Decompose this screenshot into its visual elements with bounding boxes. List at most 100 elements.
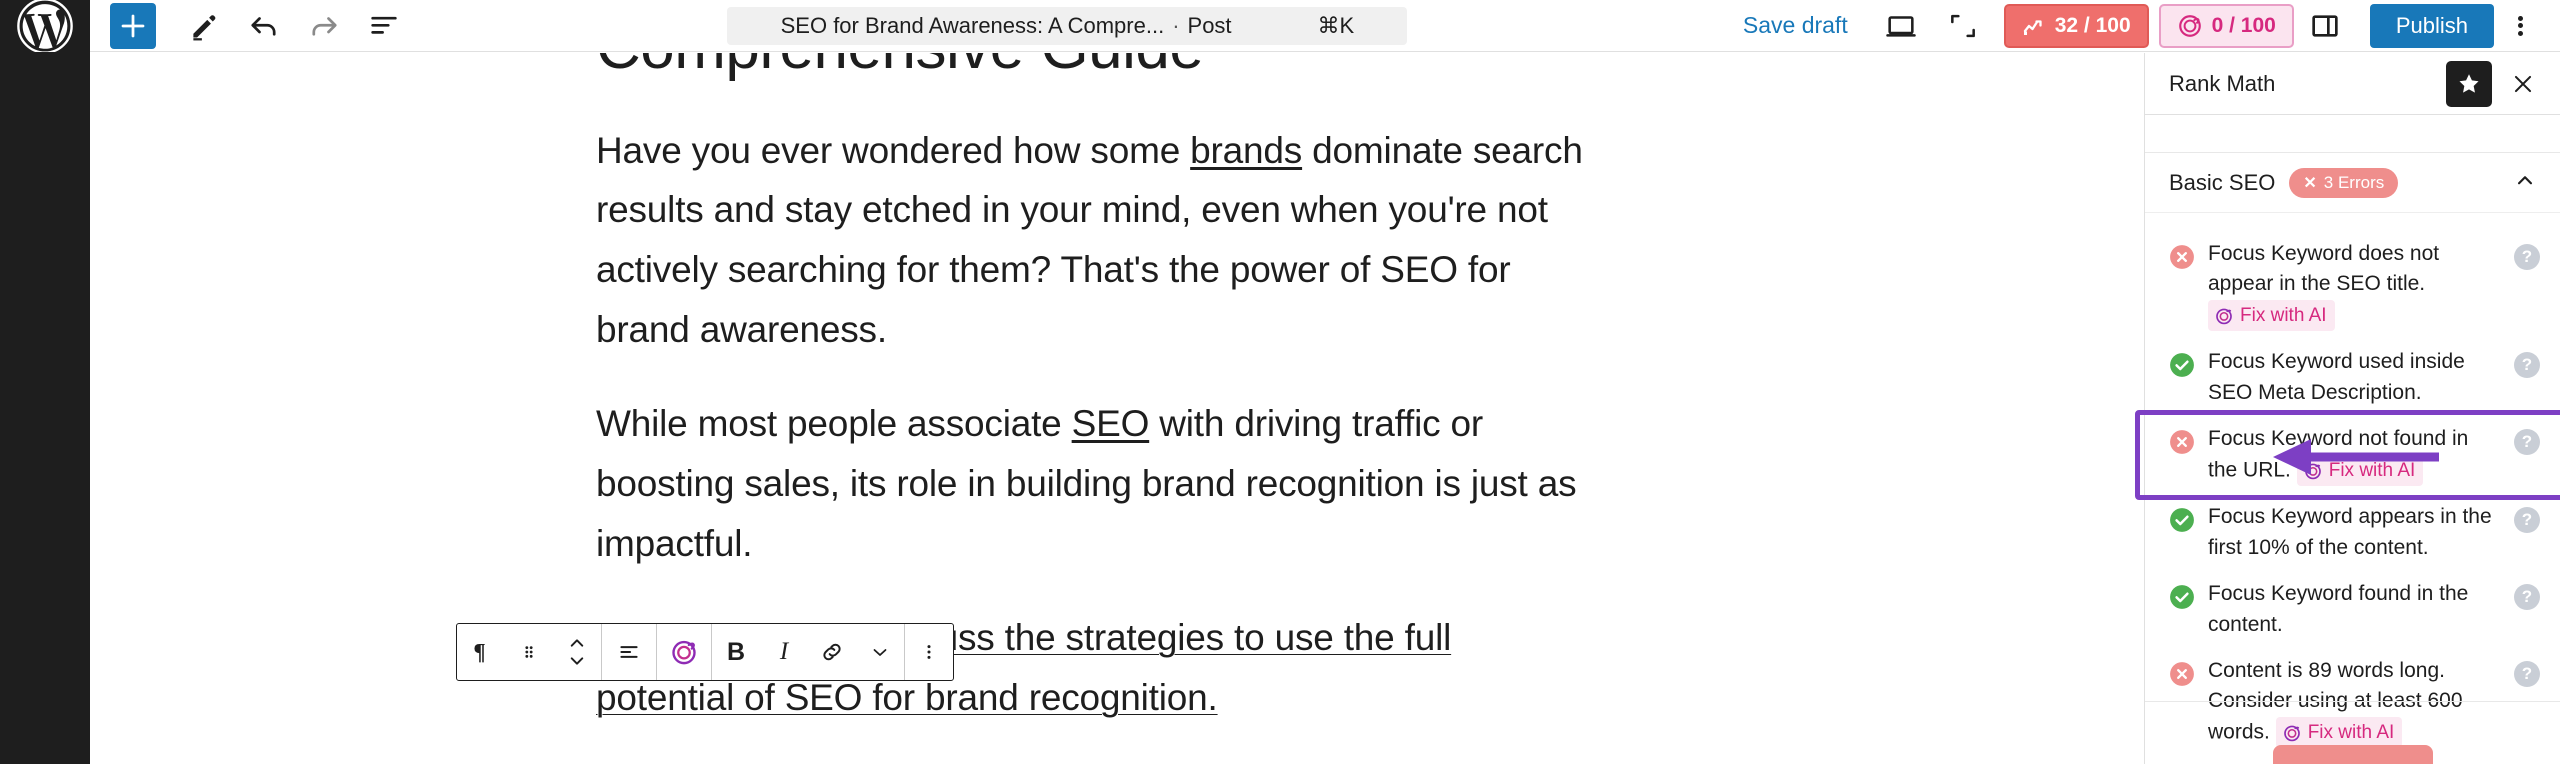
checklist-item-label: Focus Keyword used inside SEO Meta Descr… xyxy=(2208,350,2465,404)
fix-with-ai-label: Fix with AI xyxy=(2328,459,2416,481)
edit-tool-button[interactable] xyxy=(174,0,234,52)
question-mark-icon[interactable]: ? xyxy=(2514,661,2540,688)
check-circle-icon xyxy=(2170,585,2194,610)
undo-button[interactable] xyxy=(234,0,294,52)
checklist-item-text: Focus Keyword not found in the URL. Fix … xyxy=(2208,424,2501,487)
paragraph-block[interactable]: While most people associate SEO with dri… xyxy=(596,394,1596,574)
checklist-item-label: Focus Keyword does not appear in the SEO… xyxy=(2208,242,2440,296)
document-details-button[interactable] xyxy=(354,0,414,52)
editor-canvas[interactable]: Comprehensive Guide Have you ever wonder… xyxy=(90,53,2144,764)
paragraph-pilcrow-icon: ¶ xyxy=(473,640,485,665)
checklist-item[interactable]: Focus Keyword not found in the URL. Fix … xyxy=(2145,416,2560,494)
checklist-item[interactable]: Focus Keyword appears in the first 10% o… xyxy=(2145,494,2560,571)
check-circle-icon xyxy=(2170,353,2194,378)
error-x-icon: ✕ xyxy=(2303,174,2317,192)
three-dots-vertical-icon xyxy=(927,645,931,659)
text-segment-underline[interactable]: SEO xyxy=(1072,403,1150,444)
question-mark-icon[interactable]: ? xyxy=(2514,584,2540,611)
basic-seo-section-header[interactable]: Basic SEO ✕ 3 Errors xyxy=(2145,153,2560,213)
chevron-up-icon xyxy=(2517,176,2533,185)
checklist-item[interactable]: Focus Keyword used inside SEO Meta Descr… xyxy=(2145,339,2560,416)
text-segment: Have you ever wondered how some xyxy=(596,129,1191,171)
checklist-item-text: Focus Keyword does not appear in the SEO… xyxy=(2208,239,2501,332)
star-icon xyxy=(2459,73,2479,93)
rank-math-sidebar: Rank Math Basic SEO ✕ 3 Errors Focus Key… xyxy=(2135,53,2560,764)
close-x-icon xyxy=(2514,75,2532,92)
italic-label: I xyxy=(779,638,789,665)
question-mark-icon[interactable]: ? xyxy=(2514,507,2540,534)
rank-math-close-button[interactable] xyxy=(2500,61,2546,107)
move-up-down-icon xyxy=(570,639,584,665)
more-formats-button[interactable] xyxy=(856,624,904,680)
expand-fullscreen-icon xyxy=(1950,14,1975,37)
content-ai-icon xyxy=(2283,725,2300,741)
block-type-button[interactable]: ¶ xyxy=(457,624,505,680)
svg-text:¶: ¶ xyxy=(473,640,485,665)
fix-with-ai-label: Fix with AI xyxy=(2240,304,2327,326)
content-ai-score-badge[interactable]: 0 / 100 xyxy=(2158,3,2294,48)
checklist-item-highlighted-wrap: Focus Keyword not found in the URL. Fix … xyxy=(2135,410,2560,501)
collapse-section-button[interactable] xyxy=(2512,167,2538,198)
block-toolbar-group-format: B I xyxy=(712,624,905,680)
preview-button[interactable] xyxy=(1870,0,1932,52)
error-circle-icon xyxy=(2170,662,2194,686)
content-ai-button[interactable] xyxy=(657,624,711,680)
link-button[interactable] xyxy=(808,624,856,680)
content-ai-icon xyxy=(2304,463,2321,479)
italic-button[interactable]: I xyxy=(760,624,808,680)
undo-arrow-icon xyxy=(251,16,276,36)
error-count-label: 3 Errors xyxy=(2323,172,2385,192)
fix-with-ai-label: Fix with AI xyxy=(2307,721,2395,743)
paragraph-block[interactable]: Have you ever wondered how some brands d… xyxy=(596,121,1596,361)
fix-with-ai-button[interactable]: Fix with AI xyxy=(2296,454,2424,487)
checklist-item[interactable]: Content is 89 words long. Consider using… xyxy=(2145,648,2560,756)
rank-math-title: Rank Math xyxy=(2169,70,2276,96)
fullscreen-button[interactable] xyxy=(1932,0,1994,52)
document-title-chip[interactable]: SEO for Brand Awareness: A Compre... · P… xyxy=(727,6,1408,45)
error-count-badge: ✕ 3 Errors xyxy=(2289,167,2399,198)
command-shortcut: ⌘K xyxy=(1317,12,1355,38)
rank-math-score-icon xyxy=(2023,19,2042,35)
block-toolbar-group-align xyxy=(602,624,657,680)
plus-icon xyxy=(121,14,145,37)
move-block-buttons[interactable] xyxy=(553,624,601,680)
seo-score-badge[interactable]: 32 / 100 xyxy=(2003,3,2149,48)
text-align-button[interactable] xyxy=(602,624,656,680)
text-align-icon xyxy=(620,646,638,658)
rank-math-star-button[interactable] xyxy=(2446,60,2492,107)
checklist-item[interactable]: Focus Keyword does not appear in the SEO… xyxy=(2145,231,2560,339)
desktop-preview-icon xyxy=(1885,15,1916,37)
question-mark-icon[interactable]: ? xyxy=(2514,352,2540,379)
redo-button[interactable] xyxy=(294,0,354,52)
editor-options-button[interactable] xyxy=(2494,0,2546,52)
wordpress-block-editor: SEO for Brand Awareness: A Compre... · P… xyxy=(0,0,2560,764)
post-title[interactable]: Comprehensive Guide xyxy=(596,53,1596,87)
chevron-up-icon xyxy=(570,639,584,647)
checklist-item[interactable]: Focus Keyword found in the content. ? xyxy=(2145,571,2560,648)
fix-with-ai-button[interactable]: Fix with AI xyxy=(2275,716,2403,749)
bold-button[interactable]: B xyxy=(712,624,760,680)
document-separator: · xyxy=(1172,12,1180,38)
block-toolbar-group-options xyxy=(905,624,953,680)
seo-score-label: 32 / 100 xyxy=(2054,13,2131,37)
check-circle-icon xyxy=(2170,508,2194,533)
top-bar-left-tools xyxy=(90,0,414,52)
add-block-button[interactable] xyxy=(110,2,156,49)
question-mark-icon[interactable]: ? xyxy=(2514,429,2540,456)
checklist-item-text: Content is 89 words long. Consider using… xyxy=(2208,656,2501,749)
block-options-button[interactable] xyxy=(905,624,953,680)
wordpress-logo-button[interactable] xyxy=(0,0,90,54)
sidebar-bottom-action[interactable] xyxy=(2272,745,2433,764)
save-draft-button[interactable]: Save draft xyxy=(1721,12,1870,39)
drag-handle-button[interactable] xyxy=(505,624,553,680)
fix-with-ai-button[interactable]: Fix with AI xyxy=(2208,299,2335,332)
sidebar-panel-icon xyxy=(2312,14,2338,37)
pencil-icon xyxy=(193,14,216,40)
link-icon xyxy=(823,643,841,661)
sidebar-toggle-button[interactable] xyxy=(2294,0,2356,52)
block-toolbar: ¶ B I xyxy=(456,623,954,681)
text-segment-underline[interactable]: brands xyxy=(1190,130,1302,171)
content-ai-icon xyxy=(672,640,696,665)
publish-button[interactable]: Publish xyxy=(2369,3,2495,48)
question-mark-icon[interactable]: ? xyxy=(2514,244,2540,270)
